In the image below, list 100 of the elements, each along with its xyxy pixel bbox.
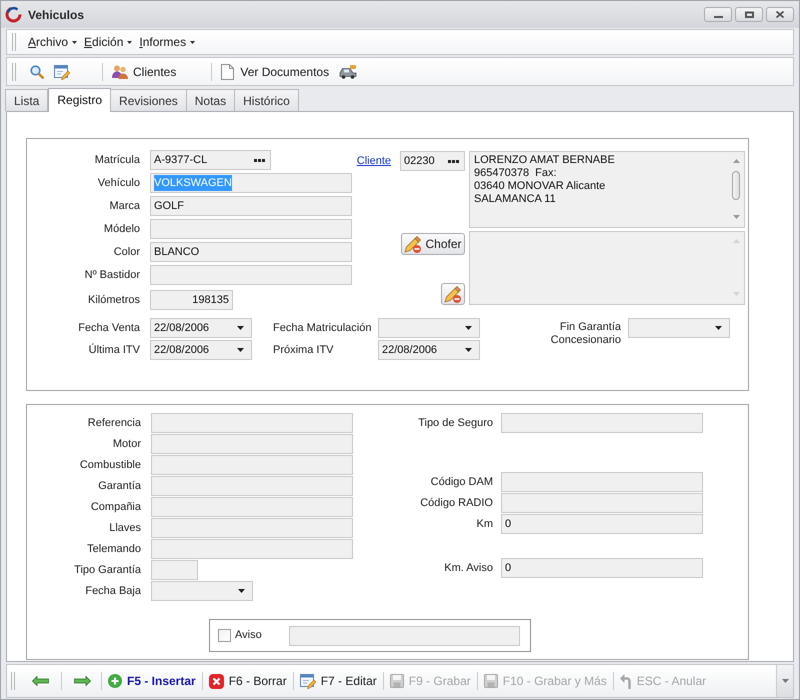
scroll-up-arrow-icon[interactable]: [732, 159, 740, 163]
field-label: Fin Garantía Concesionario: [550, 321, 621, 347]
delete-button[interactable]: F6 - Borrar: [202, 669, 293, 693]
tab[interactable]: Lista: [5, 89, 48, 111]
edit-button[interactable]: F7 - Editar: [294, 669, 383, 693]
checkbox[interactable]: [218, 629, 231, 642]
field-label: Módelo: [104, 222, 140, 237]
toolbar-grip[interactable]: [11, 672, 15, 690]
field-label: Km. Aviso: [444, 560, 493, 576]
ellipsis-icon[interactable]: [254, 158, 265, 162]
field-label: Compañia: [90, 500, 141, 515]
text-field[interactable]: GOLF: [150, 196, 352, 216]
documents-button[interactable]: Ver Documentos: [220, 60, 330, 82]
undo-icon: [620, 674, 632, 688]
field-label: Combustible: [80, 458, 141, 473]
form-pencil-icon[interactable]: [54, 64, 70, 80]
pencil-icon: [404, 236, 422, 252]
text-field[interactable]: 0: [501, 558, 703, 578]
client-link[interactable]: Cliente: [356, 152, 391, 170]
tab[interactable]: Histórico: [234, 89, 299, 111]
text-field[interactable]: [151, 455, 353, 475]
date-combo[interactable]: 22/08/2006: [378, 340, 480, 360]
toolbar-grip[interactable]: [12, 33, 16, 51]
field-label: Fecha Venta: [78, 320, 140, 336]
insert-button[interactable]: F5 - Insertar: [102, 669, 202, 693]
toolbar-grip[interactable]: [12, 62, 16, 80]
field-label: Última ITV: [88, 342, 140, 358]
field-label: Fecha Matriculación: [273, 322, 372, 334]
notes-field[interactable]: [469, 231, 745, 305]
menu-item[interactable]: Archivo: [25, 32, 80, 52]
field-label: Kilómetros: [88, 292, 140, 308]
text-field[interactable]: BLANCO: [150, 242, 352, 262]
logo-icon: [5, 6, 22, 23]
text-field[interactable]: [501, 493, 703, 513]
text-field[interactable]: [151, 413, 353, 433]
text-field[interactable]: [151, 434, 353, 454]
scroll-thumb[interactable]: [732, 171, 740, 200]
close-button[interactable]: [766, 7, 794, 22]
tab[interactable]: Registro: [48, 88, 112, 112]
minimize-button[interactable]: [704, 7, 732, 22]
search-icon[interactable]: [30, 64, 44, 78]
text-field[interactable]: [501, 472, 703, 492]
field-label: Referencia: [88, 416, 141, 431]
field-label: Km: [476, 516, 493, 532]
dropdown-arrow-icon: [465, 326, 472, 330]
text-field[interactable]: [150, 219, 352, 239]
notice-field[interactable]: [289, 626, 520, 646]
menu-item[interactable]: Edición: [81, 32, 136, 52]
left-arrow-icon[interactable]: [32, 676, 49, 686]
text-field[interactable]: 198135: [150, 290, 233, 310]
text-field[interactable]: [150, 265, 352, 285]
minimize-icon: [714, 16, 722, 18]
text-field[interactable]: A-9377-CL: [150, 150, 271, 170]
text-field[interactable]: 0: [501, 514, 703, 534]
text-field[interactable]: [151, 518, 353, 538]
edit-button[interactable]: [441, 283, 465, 305]
tab[interactable]: Revisiones: [110, 89, 187, 111]
text-field[interactable]: [151, 560, 198, 580]
clients-button[interactable]: Clientes: [111, 60, 178, 82]
scroll-down-arrow-icon[interactable]: [732, 215, 740, 219]
dropdown-arrow-icon: [715, 326, 722, 330]
people-icon: [112, 64, 128, 78]
date-combo[interactable]: [378, 318, 480, 338]
save-icon: [484, 674, 498, 688]
date-combo[interactable]: 22/08/2006: [150, 340, 252, 360]
field-label: Vehículo: [98, 176, 140, 191]
caret-icon: [72, 40, 78, 44]
driver-button[interactable]: Chofer: [401, 233, 465, 255]
caret-icon: [190, 40, 196, 44]
date-combo[interactable]: 22/08/2006: [150, 318, 252, 338]
text-field[interactable]: [151, 476, 353, 496]
car-icon[interactable]: [339, 64, 358, 78]
checkbox-label[interactable]: Aviso: [235, 629, 262, 642]
dropdown-arrow-icon: [237, 348, 244, 352]
text-field[interactable]: [151, 539, 353, 559]
pencil-icon: [444, 286, 462, 302]
window-title: Vehiculos: [28, 6, 84, 24]
field-label: Tipo de Seguro: [418, 416, 493, 431]
close-icon: [776, 11, 784, 18]
field-label: Matrícula: [94, 152, 140, 168]
field-label: Próxima ITV: [273, 344, 334, 356]
overflow-button[interactable]: [776, 665, 793, 697]
maximize-button[interactable]: [735, 7, 763, 22]
right-arrow-icon[interactable]: [74, 676, 91, 686]
address-field[interactable]: LORENZO AMAT BERNABE 965470378 Fax: 03640 MONOVAR Alicante SALAMANCA 11: [469, 151, 745, 228]
field-label: Color: [114, 244, 140, 260]
date-combo[interactable]: [151, 581, 253, 601]
text-field[interactable]: [501, 413, 703, 433]
maximize-icon: [744, 11, 754, 18]
date-combo[interactable]: [628, 318, 730, 338]
text-field[interactable]: [151, 497, 353, 517]
tab[interactable]: Notas: [186, 89, 236, 111]
menu-item[interactable]: Informes: [136, 32, 198, 52]
field-label: Marca: [109, 198, 140, 214]
caret-icon: [127, 40, 132, 44]
field-label: Código RADIO: [420, 496, 493, 511]
ellipsis-icon[interactable]: [448, 160, 459, 162]
field-label: Fecha Baja: [85, 584, 141, 599]
client-code-field[interactable]: 02230: [400, 151, 465, 171]
field-label: Llaves: [109, 520, 141, 536]
